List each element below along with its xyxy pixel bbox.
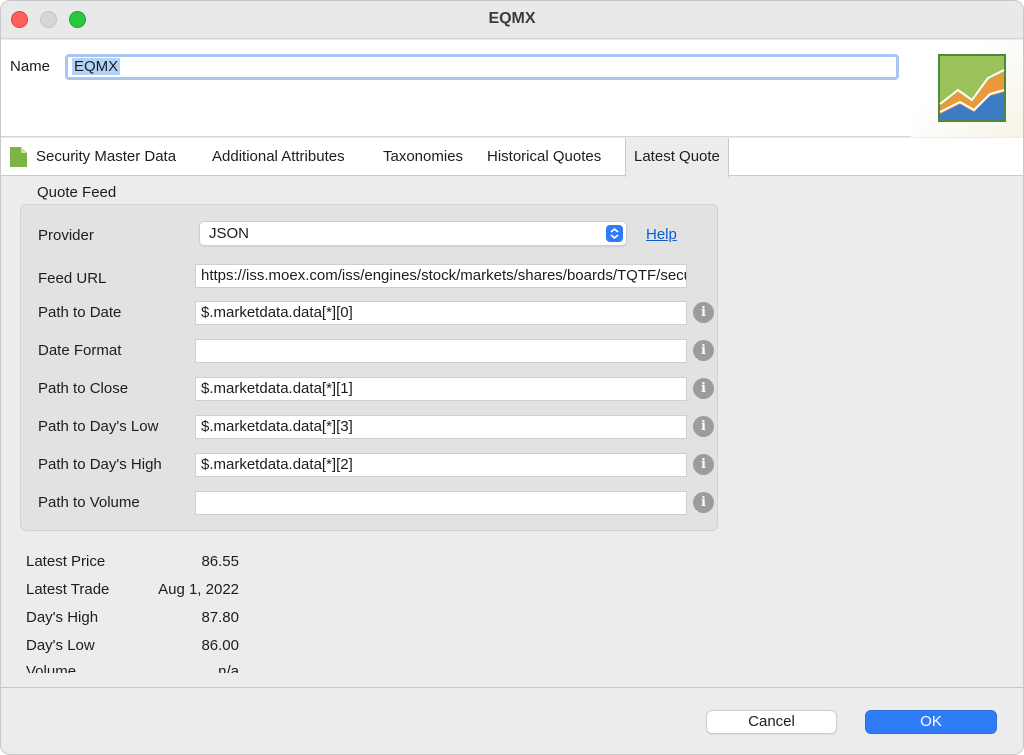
help-link[interactable]: Help <box>646 226 677 243</box>
tab-historical-quotes[interactable]: Historical Quotes <box>487 138 601 176</box>
path-to-days-high-field[interactable]: $.marketdata.data[*][2] <box>195 453 687 477</box>
info-icon[interactable]: i <box>693 340 714 361</box>
cancel-button[interactable]: Cancel <box>706 710 837 734</box>
name-label: Name <box>10 58 51 75</box>
summary-panel: Latest Price 86.55 Latest Trade Aug 1, 2… <box>1 549 301 673</box>
provider-select[interactable]: JSON <box>199 221 627 246</box>
latest-trade-value: Aug 1, 2022 <box>158 581 239 598</box>
date-format-field[interactable] <box>195 339 687 363</box>
tab-latest-quote[interactable]: Latest Quote <box>625 138 729 177</box>
tab-bar: Security Master Data Additional Attribut… <box>1 138 1023 177</box>
title-bar: EQMX <box>1 1 1023 39</box>
date-format-label: Date Format <box>38 342 122 359</box>
info-icon[interactable]: i <box>693 416 714 437</box>
volume-value: n/a <box>218 663 239 673</box>
info-icon[interactable]: i <box>693 302 714 323</box>
window-title: EQMX <box>488 10 536 27</box>
tab-security-master-data[interactable]: Security Master Data <box>36 138 176 176</box>
path-to-date-label: Path to Date <box>38 304 122 321</box>
days-low-label: Day's Low <box>26 637 95 654</box>
provider-select-value: JSON <box>209 225 250 242</box>
tab-additional-attributes[interactable]: Additional Attributes <box>212 138 345 176</box>
name-input-value: EQMX <box>72 58 121 75</box>
volume-label: Volume <box>26 663 77 673</box>
path-to-date-field[interactable]: $.marketdata.data[*][0] <box>195 301 687 325</box>
chart-logo-icon <box>938 54 1006 122</box>
name-header: Name EQMX <box>1 40 1023 137</box>
info-icon[interactable]: i <box>693 492 714 513</box>
path-to-close-field[interactable]: $.marketdata.data[*][1] <box>195 377 687 401</box>
days-high-label: Day's High <box>26 609 99 626</box>
path-to-volume-field[interactable] <box>195 491 687 515</box>
quote-feed-title: Quote Feed <box>37 184 117 201</box>
latest-trade-label: Latest Trade <box>26 581 110 598</box>
path-to-days-low-field[interactable]: $.marketdata.data[*][3] <box>195 415 687 439</box>
ok-button[interactable]: OK <box>865 710 997 734</box>
footer-divider <box>1 687 1023 688</box>
latest-price-label: Latest Price <box>26 553 106 570</box>
chevron-updown-icon <box>606 225 623 242</box>
latest-price-value: 86.55 <box>201 553 239 570</box>
quote-feed-group <box>20 204 718 531</box>
days-high-value: 87.80 <box>201 609 239 626</box>
feed-url-field[interactable]: https://iss.moex.com/iss/engines/stock/m… <box>195 264 687 288</box>
name-input[interactable]: EQMX <box>65 54 899 80</box>
security-editor-window: EQMX Name EQMX Security Master Data Addi… <box>0 0 1024 755</box>
path-to-volume-label: Path to Volume <box>38 494 140 511</box>
info-icon[interactable]: i <box>693 454 714 475</box>
feed-url-label: Feed URL <box>38 270 107 287</box>
days-low-value: 86.00 <box>201 637 239 654</box>
info-icon[interactable]: i <box>693 378 714 399</box>
path-to-days-high-label: Path to Day's High <box>38 456 162 473</box>
path-to-close-label: Path to Close <box>38 380 129 397</box>
provider-label: Provider <box>38 227 94 244</box>
document-icon <box>10 147 27 167</box>
path-to-days-low-label: Path to Day's Low <box>38 418 159 435</box>
tab-taxonomies[interactable]: Taxonomies <box>383 138 463 176</box>
logo-area <box>911 40 1023 137</box>
